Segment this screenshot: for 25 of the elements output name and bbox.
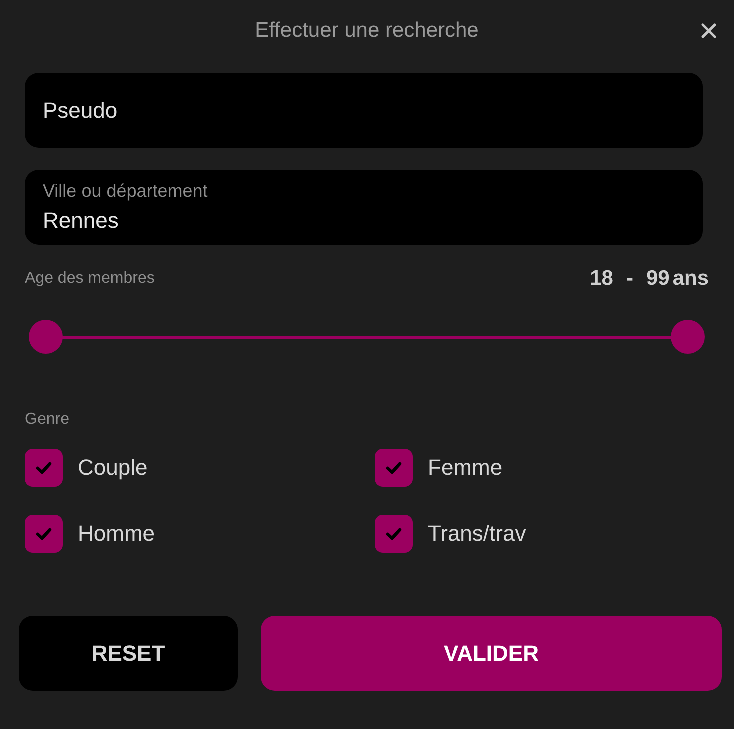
age-unit: ans: [672, 267, 709, 291]
reset-button[interactable]: RESET: [19, 616, 238, 691]
checkbox-label[interactable]: Trans/trav: [428, 521, 526, 547]
range-separator: -: [626, 267, 634, 291]
text-field[interactable]: Ville ou département Rennes: [25, 170, 703, 245]
submit-button[interactable]: VALIDER: [261, 616, 722, 691]
checkbox-label[interactable]: Couple: [78, 455, 148, 481]
age-range-slider[interactable]: [29, 319, 705, 355]
slider-thumb[interactable]: [671, 320, 705, 354]
checkbox-label[interactable]: Homme: [78, 521, 156, 547]
checkbox[interactable]: [25, 515, 63, 553]
checkbox-label[interactable]: Femme: [428, 455, 503, 481]
max-age: 99: [646, 267, 670, 291]
slider-thumb[interactable]: [29, 320, 63, 354]
checkbox[interactable]: [25, 449, 63, 487]
dialog-title: Effectuer une recherche: [255, 19, 479, 43]
checkbox[interactable]: [375, 515, 413, 553]
field-label: Ville ou département: [43, 181, 209, 202]
min-age: 18: [590, 267, 614, 291]
genre-label: Genre: [25, 411, 70, 429]
age-label: Age des membres: [25, 270, 155, 288]
checkbox[interactable]: [375, 449, 413, 487]
input-field[interactable]: Rennes: [43, 208, 685, 234]
close-icon[interactable]: [701, 23, 717, 39]
input-field[interactable]: Pseudo: [25, 73, 703, 148]
